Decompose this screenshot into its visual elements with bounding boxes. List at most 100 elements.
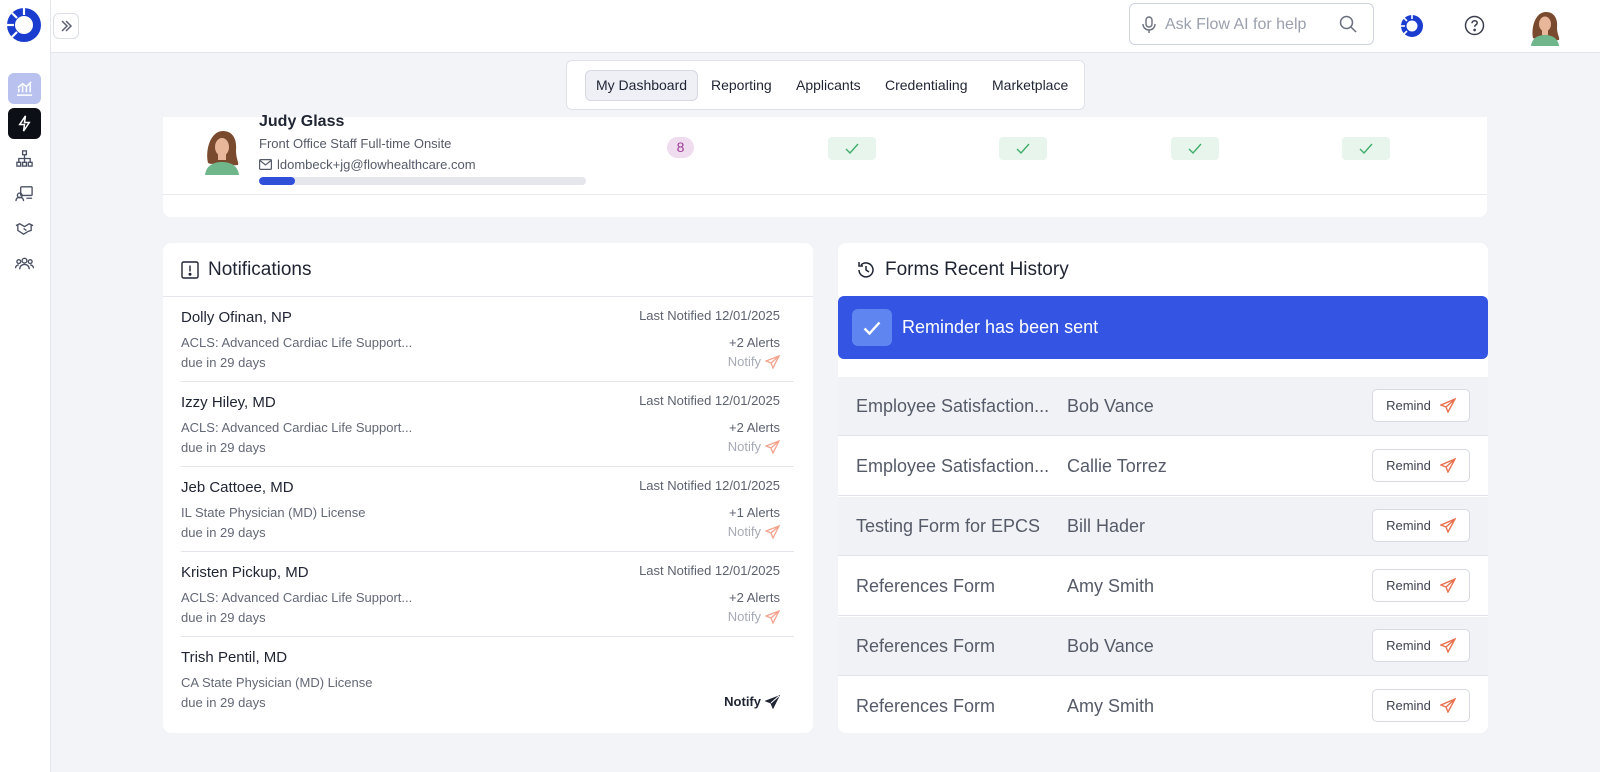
provider-name[interactable]: Trish Pentil, MD	[181, 649, 287, 666]
form-history-row: References Form Amy Smith Remind	[838, 677, 1488, 733]
notify-button[interactable]: Notify	[724, 694, 780, 709]
sidebar-item-dashboard[interactable]	[8, 73, 41, 104]
remind-label: Remind	[1386, 398, 1431, 413]
remind-button[interactable]: Remind	[1372, 449, 1470, 482]
notify-button[interactable]: Notify	[728, 524, 780, 539]
status-check-3	[1171, 137, 1219, 160]
alerts-count[interactable]: +2 Alerts	[729, 335, 780, 350]
notifications-title: Notifications	[208, 259, 312, 280]
mail-icon	[259, 159, 272, 170]
assignee-name: Bob Vance	[1067, 636, 1154, 656]
notification-item[interactable]: Kristen Pickup, MD ACLS: Advanced Cardia…	[181, 552, 794, 637]
search-icon[interactable]	[1339, 15, 1357, 33]
remind-button[interactable]: Remind	[1372, 689, 1470, 722]
notification-item[interactable]: Izzy Hiley, MD ACLS: Advanced Cardiac Li…	[181, 382, 794, 467]
alerts-count[interactable]: +2 Alerts	[729, 420, 780, 435]
notification-item[interactable]: Jeb Cattoee, MD IL State Physician (MD) …	[181, 467, 794, 552]
ai-search-input[interactable]	[1165, 13, 1335, 37]
remind-button[interactable]: Remind	[1372, 629, 1470, 662]
due-text: due in 29 days	[181, 610, 266, 625]
sidebar-item-organization[interactable]	[8, 143, 41, 174]
due-text: due in 29 days	[181, 355, 266, 370]
remind-label: Remind	[1386, 638, 1431, 653]
form-name[interactable]: References Form	[856, 576, 995, 597]
credential-desc: ACLS: Advanced Cardiac Life Support...	[181, 335, 413, 350]
ai-search-box[interactable]	[1129, 3, 1374, 45]
reminder-sent-toast: Reminder has been sent	[838, 296, 1488, 359]
notification-item[interactable]: Trish Pentil, MD CA State Physician (MD)…	[181, 637, 794, 722]
form-name[interactable]: References Form	[856, 636, 995, 657]
toast-check	[852, 309, 892, 346]
send-icon	[765, 524, 780, 539]
forms-history-title: Forms Recent History	[885, 259, 1069, 280]
checkmark-icon	[845, 143, 859, 154]
org-chart-icon	[16, 150, 33, 167]
due-text: due in 29 days	[181, 440, 266, 455]
due-text: due in 29 days	[181, 525, 266, 540]
form-history-row: Employee Satisfaction... Callie Torrez R…	[838, 437, 1488, 496]
checkmark-icon	[1188, 143, 1202, 154]
tab-my-dashboard[interactable]: My Dashboard	[585, 70, 699, 101]
form-history-row: Testing Form for EPCS Bill Hader Remind	[838, 497, 1488, 556]
forms-history-header: Forms Recent History	[856, 259, 1069, 281]
remind-button[interactable]: Remind	[1372, 569, 1470, 602]
history-icon	[858, 262, 874, 278]
alerts-count[interactable]: +2 Alerts	[729, 590, 780, 605]
provider-name[interactable]: Kristen Pickup, MD	[181, 564, 309, 581]
send-icon	[765, 694, 780, 709]
provider-name[interactable]: Dolly Ofinan, NP	[181, 309, 292, 326]
expand-sidebar-button[interactable]	[53, 13, 79, 39]
last-notified: Last Notified 12/01/2025	[639, 393, 780, 408]
staff-row-card: Judy Glass Front Office Staff Full-time …	[163, 113, 1487, 217]
sidebar-item-applicants[interactable]	[8, 178, 41, 209]
remind-label: Remind	[1386, 518, 1431, 533]
microphone-icon[interactable]	[1142, 16, 1156, 34]
notify-button[interactable]: Notify	[728, 354, 780, 369]
status-check-4	[1342, 137, 1390, 160]
last-notified: Last Notified 12/01/2025	[639, 563, 780, 578]
form-name[interactable]: Testing Form for EPCS	[856, 516, 1040, 537]
checkmark-icon	[1359, 143, 1373, 154]
user-avatar[interactable]	[1526, 8, 1564, 46]
notify-label: Notify	[727, 524, 761, 539]
remind-button[interactable]: Remind	[1372, 389, 1470, 422]
help-icon[interactable]	[1464, 15, 1485, 36]
remind-label: Remind	[1386, 458, 1431, 473]
sidebar-item-partners[interactable]	[8, 213, 41, 244]
flow-logo-icon[interactable]	[6, 7, 42, 43]
progress-fill	[259, 177, 295, 185]
credential-desc: CA State Physician (MD) License	[181, 675, 373, 690]
handshake-icon	[15, 222, 34, 235]
notify-button[interactable]: Notify	[728, 439, 780, 454]
tab-reporting[interactable]: Reporting	[701, 70, 782, 101]
tab-applicants[interactable]: Applicants	[786, 70, 871, 101]
assignee-name: Amy Smith	[1067, 696, 1155, 716]
provider-name[interactable]: Izzy Hiley, MD	[181, 394, 276, 411]
staff-email: ldombeck+jg@flowhealthcare.com	[259, 157, 476, 172]
sidebar-item-actions[interactable]	[8, 108, 41, 139]
assignee-name: Bob Vance	[1067, 396, 1154, 416]
send-icon	[765, 609, 780, 624]
flow-ai-icon[interactable]	[1400, 14, 1424, 38]
checkmark-icon	[863, 321, 881, 335]
form-name[interactable]: Employee Satisfaction...	[856, 396, 1049, 417]
assignee-name: Bill Hader	[1067, 516, 1146, 536]
notification-item[interactable]: Dolly Ofinan, NP ACLS: Advanced Cardiac …	[181, 297, 794, 382]
provider-name[interactable]: Jeb Cattoee, MD	[181, 479, 294, 496]
remind-button[interactable]: Remind	[1372, 509, 1470, 542]
sidebar-item-team[interactable]	[8, 248, 41, 279]
credential-desc: IL State Physician (MD) License	[181, 505, 366, 520]
top-bar	[51, 0, 1600, 53]
notify-label: Notify	[727, 354, 761, 369]
alerts-count[interactable]: +1 Alerts	[729, 505, 780, 520]
alert-square-icon	[181, 261, 199, 279]
tab-credentialing[interactable]: Credentialing	[875, 70, 978, 101]
pending-count-badge[interactable]: 8	[667, 137, 694, 158]
notify-button[interactable]: Notify	[728, 609, 780, 624]
tab-marketplace[interactable]: Marketplace	[982, 70, 1078, 101]
form-name[interactable]: References Form	[856, 696, 995, 717]
toast-message: Reminder has been sent	[902, 317, 1099, 337]
staff-name[interactable]: Judy Glass	[259, 113, 344, 131]
form-name[interactable]: Employee Satisfaction...	[856, 456, 1049, 477]
applicant-icon	[15, 186, 33, 202]
